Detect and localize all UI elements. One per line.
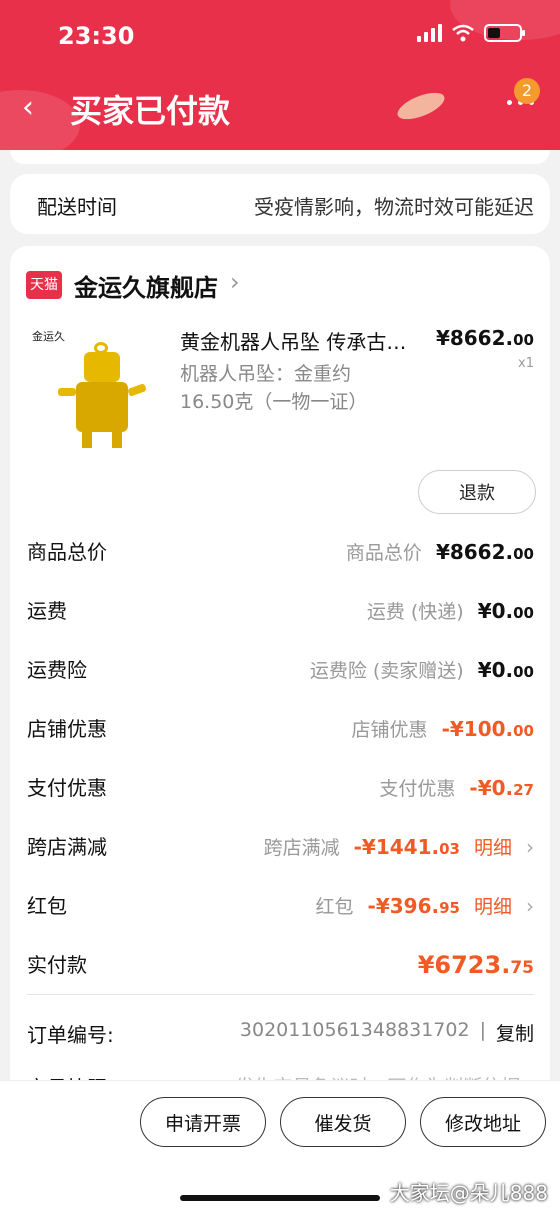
fee-row: 店铺优惠 店铺优惠 -¥100.00 <box>10 713 550 772</box>
fee-amount: -¥0.27 <box>469 776 534 800</box>
total-row: 实付款 ¥6723.75 <box>10 949 550 1008</box>
fee-label: 跨店满减 <box>27 835 107 859</box>
total-label: 实付款 <box>27 953 87 977</box>
fee-label: 店铺优惠 <box>27 717 107 741</box>
fee-sub: 支付优惠 <box>379 778 456 800</box>
fee-label: 运费 <box>27 599 67 623</box>
fee-amount: -¥1441.03 <box>353 835 460 859</box>
product-brand-text: 金运久 <box>32 330 65 343</box>
order-card: 天猫 金运久旗舰店 › 金运久 黄金机器人吊坠 传承古… 机器人吊坠：金重约16… <box>10 246 550 1212</box>
fee-amount: -¥396.95 <box>367 894 460 918</box>
header-decor <box>0 90 80 150</box>
delivery-label: 配送时间 <box>37 195 117 219</box>
watermark: 大家坛@朵儿888 <box>389 1181 548 1205</box>
fee-amount: ¥0.00 <box>477 599 534 623</box>
status-icons <box>417 24 525 42</box>
page-title: 买家已付款 <box>70 92 231 130</box>
fee-sub: 跨店满减 <box>263 837 340 859</box>
order-number-value: 3020110561348831702 <box>239 1019 470 1041</box>
notification-badge: 2 <box>514 78 540 104</box>
order-separator: | <box>479 1019 486 1041</box>
fee-label: 运费险 <box>27 658 87 682</box>
fee-row: 支付优惠 支付优惠 -¥0.27 <box>10 772 550 831</box>
product-name[interactable]: 黄金机器人吊坠 传承古… <box>180 326 430 355</box>
bottom-action-bar: 申请开票 催发货 修改地址 大家坛@朵儿888 <box>0 1080 560 1212</box>
fee-amount: ¥8662.00 <box>435 540 534 564</box>
shop-name[interactable]: 金运久旗舰店 <box>74 268 218 303</box>
header-decor-icon <box>394 87 448 125</box>
product-spec: 机器人吊坠：金重约16.50克（一物一证） <box>180 363 368 413</box>
fee-sub: 运费险 (卖家赠送) <box>309 660 464 682</box>
fee-label: 红包 <box>27 894 67 918</box>
status-time: 23:30 <box>58 22 135 50</box>
fee-amount: -¥100.00 <box>441 717 534 741</box>
order-number-label: 订单编号: <box>27 1023 114 1047</box>
chevron-right-icon[interactable]: › <box>526 835 534 859</box>
fee-sub: 店铺优惠 <box>351 719 428 741</box>
copy-button[interactable]: 复制 <box>496 1019 534 1046</box>
urge-shipping-button[interactable]: 催发货 <box>280 1097 406 1147</box>
order-number: 3020110561348831702 | 复制 <box>240 1019 534 1046</box>
fee-label: 支付优惠 <box>27 776 107 800</box>
fee-sub: 红包 <box>315 896 354 918</box>
total-amount: ¥6723.75 <box>417 951 534 979</box>
fee-amount: ¥0.00 <box>477 658 534 682</box>
header-bar: 23:30 ‹ 买家已付款 2 <box>0 0 560 150</box>
change-address-button[interactable]: 修改地址 <box>420 1097 546 1147</box>
fee-row: 运费 运费 (快递) ¥0.00 <box>10 595 550 654</box>
chevron-right-icon[interactable]: › <box>230 268 240 296</box>
back-icon[interactable]: ‹ <box>22 90 34 125</box>
previous-card-edge <box>10 150 550 164</box>
fee-list: 商品总价 商品总价 ¥8662.00 运费 运费 (快递) ¥0.00 运费险 运费… <box>10 536 550 1008</box>
divider <box>27 994 534 995</box>
wifi-icon <box>452 24 474 42</box>
fee-row[interactable]: 跨店满减 跨店满减 -¥1441.03 明细 › <box>10 831 550 890</box>
invoice-button[interactable]: 申请开票 <box>140 1097 266 1147</box>
fee-sub: 商品总价 <box>345 542 422 564</box>
refund-button[interactable]: 退款 <box>418 470 536 514</box>
home-indicator[interactable] <box>180 1195 380 1201</box>
fee-label: 商品总价 <box>27 540 107 564</box>
fee-row: 运费险 运费险 (卖家赠送) ¥0.00 <box>10 654 550 713</box>
detail-link[interactable]: 明细 <box>474 833 512 860</box>
fee-row: 商品总价 商品总价 ¥8662.00 <box>10 536 550 595</box>
fee-sub: 运费 (快递) <box>366 601 464 623</box>
fee-row[interactable]: 红包 红包 -¥396.95 明细 › <box>10 890 550 949</box>
product-price: ¥8662.00 <box>435 326 534 350</box>
tmall-logo: 天猫 <box>26 271 62 299</box>
product-quantity: x1 <box>518 356 534 371</box>
detail-link[interactable]: 明细 <box>474 892 512 919</box>
delivery-card: 配送时间 受疫情影响，物流时效可能延迟 <box>10 174 550 234</box>
signal-icon <box>417 24 442 42</box>
chevron-right-icon[interactable]: › <box>526 894 534 918</box>
battery-icon <box>484 24 525 42</box>
delivery-value: 受疫情影响，物流时效可能延迟 <box>254 195 534 219</box>
product-image[interactable]: 金运久 <box>28 324 158 454</box>
